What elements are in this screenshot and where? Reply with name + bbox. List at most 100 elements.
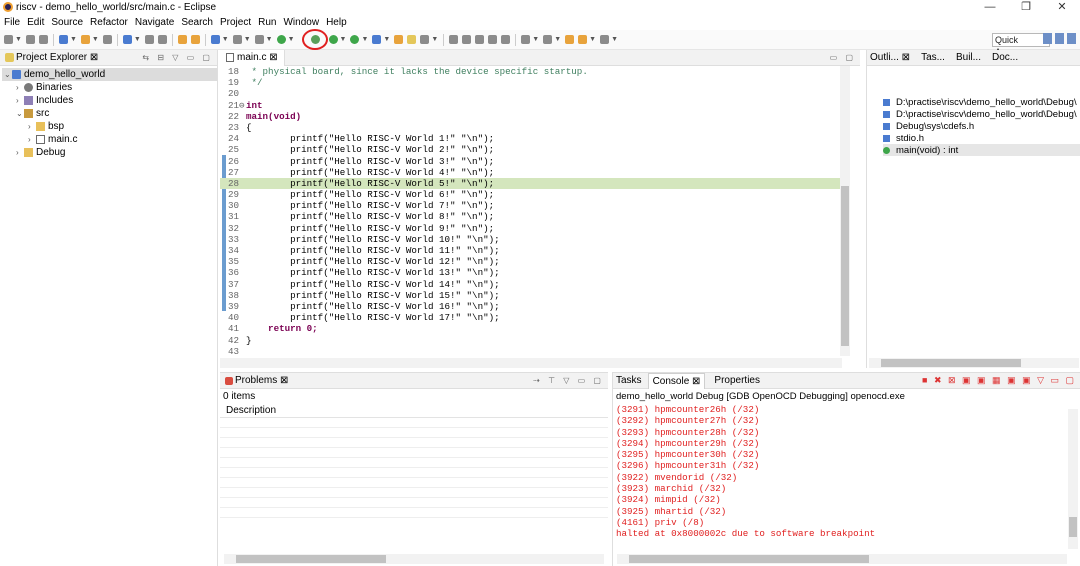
code-line[interactable]: 20 xyxy=(220,88,842,99)
outline-item[interactable]: stdio.h xyxy=(883,132,1080,144)
tree-item-debug[interactable]: › Debug xyxy=(2,146,217,159)
tab-properties[interactable]: Properties xyxy=(711,375,760,386)
debug-perspective-icon[interactable] xyxy=(1067,33,1076,44)
menu-search[interactable]: Search xyxy=(181,17,213,28)
tree-chevron-icon[interactable]: › xyxy=(16,83,24,92)
tab-tasks[interactable]: Tas... xyxy=(918,52,945,63)
open-type-icon[interactable] xyxy=(394,35,404,44)
build-config-icon[interactable] xyxy=(80,35,90,44)
scrollbar-thumb[interactable] xyxy=(841,186,849,346)
scrollbar-thumb[interactable] xyxy=(236,555,386,563)
code-line[interactable]: 35 printf("Hello RISC-V World 12!" "\n")… xyxy=(220,256,842,267)
external-tools-icon[interactable] xyxy=(372,35,382,44)
forward-dropdown-icon[interactable]: ▼ xyxy=(611,36,618,43)
scrollbar-thumb[interactable] xyxy=(1069,517,1077,537)
code-line[interactable]: 24 printf("Hello RISC-V World 1!" "\n"); xyxy=(220,133,842,144)
console-output[interactable]: (3291) hpmcounter26h (/32) (3292) hpmcoun… xyxy=(613,404,1080,540)
code-line[interactable]: 36 printf("Hello RISC-V World 13!" "\n")… xyxy=(220,267,842,278)
coverage-dropdown-icon[interactable]: ▼ xyxy=(288,36,295,43)
search-dropdown-icon[interactable]: ▼ xyxy=(431,36,438,43)
new-folder-icon[interactable] xyxy=(190,35,200,44)
terminal-icon[interactable] xyxy=(144,35,154,44)
code-line[interactable]: 29 printf("Hello RISC-V World 6!" "\n"); xyxy=(220,189,842,200)
prev-annotation-dropdown-icon[interactable]: ▼ xyxy=(554,36,561,43)
tree-chevron-icon[interactable]: ⌄ xyxy=(4,70,12,79)
next-annotation-dropdown-icon[interactable]: ▼ xyxy=(532,36,539,43)
menu-refactor[interactable]: Refactor xyxy=(90,17,128,28)
code-line[interactable]: 33 printf("Hello RISC-V World 10!" "\n")… xyxy=(220,234,842,245)
tab-build-targets[interactable]: Buil... xyxy=(953,52,981,63)
tree-item-includes[interactable]: › Includes xyxy=(2,94,217,107)
code-line[interactable]: 18 * physical board, since it lacks the … xyxy=(220,66,842,77)
external-tools-dropdown-icon[interactable]: ▼ xyxy=(383,36,390,43)
debug-button-highlight[interactable] xyxy=(302,29,328,50)
code-line[interactable]: 30 printf("Hello RISC-V World 7!" "\n"); xyxy=(220,200,842,211)
open-perspective-icon[interactable] xyxy=(1043,33,1052,44)
new-source-dropdown-icon[interactable]: ▼ xyxy=(244,36,251,43)
editor-view-controls[interactable]: ▭ ▢ xyxy=(830,50,856,66)
tab-documentation[interactable]: Doc... xyxy=(989,52,1018,63)
new-class-dropdown-icon[interactable]: ▼ xyxy=(222,36,229,43)
menu-project[interactable]: Project xyxy=(220,17,251,28)
tree-item-binaries[interactable]: › Binaries xyxy=(2,81,217,94)
tab-outline[interactable]: Outli... ⊠ xyxy=(867,52,910,63)
tree-chevron-icon[interactable]: › xyxy=(28,122,36,131)
search-icon[interactable] xyxy=(420,35,430,44)
tab-main-c[interactable]: main.c ⊠ xyxy=(220,49,285,66)
minimize-button[interactable]: — xyxy=(972,0,1008,14)
run-configs-icon[interactable] xyxy=(350,35,360,44)
editor-horizontal-scrollbar[interactable] xyxy=(220,358,842,368)
launch-target-icon[interactable] xyxy=(122,35,132,44)
new-icon[interactable] xyxy=(4,35,13,44)
code-line[interactable]: 32 printf("Hello RISC-V World 9!" "\n"); xyxy=(220,223,842,234)
code-line[interactable]: 34 printf("Hello RISC-V World 11!" "\n")… xyxy=(220,245,842,256)
tree-item-project[interactable]: ⌄ demo_hello_world xyxy=(2,68,217,81)
menu-source[interactable]: Source xyxy=(51,17,83,28)
last-edit-icon[interactable] xyxy=(565,35,575,44)
menu-navigate[interactable]: Navigate xyxy=(135,17,174,28)
code-line[interactable]: 43 xyxy=(220,346,842,356)
tree-chevron-icon[interactable]: › xyxy=(28,135,36,144)
new-dropdown-icon[interactable]: ▼ xyxy=(15,36,22,43)
build-config-dropdown-icon[interactable]: ▼ xyxy=(92,36,99,43)
forward-icon[interactable] xyxy=(600,35,610,44)
code-line[interactable]: 27 printf("Hello RISC-V World 4!" "\n"); xyxy=(220,167,842,178)
maximize-button[interactable]: ❐ xyxy=(1008,0,1044,14)
code-line[interactable]: 23 { xyxy=(220,122,842,133)
tree-item-bsp[interactable]: › bsp xyxy=(2,120,217,133)
c-cpp-perspective-icon[interactable] xyxy=(1055,33,1064,44)
new-class-icon[interactable] xyxy=(210,35,220,44)
save-icon[interactable] xyxy=(25,35,35,44)
outline-item[interactable]: main(void) : int xyxy=(883,144,1080,156)
menu-edit[interactable]: Edit xyxy=(27,17,44,28)
scrollbar-thumb[interactable] xyxy=(629,555,869,563)
tree-item-src[interactable]: ⌄ src xyxy=(2,107,217,120)
run-dropdown-icon[interactable]: ▼ xyxy=(340,36,347,43)
skip-breakpoints-icon[interactable] xyxy=(157,35,167,44)
annotation-icon[interactable] xyxy=(449,35,459,44)
outline-item[interactable]: D:\practise\riscv\demo_hello_world\Debug… xyxy=(883,108,1080,120)
back-icon[interactable] xyxy=(578,35,588,44)
tab-console[interactable]: Console ⊠ xyxy=(647,372,706,389)
prev-annotation-icon[interactable] xyxy=(543,35,553,44)
project-explorer-title[interactable]: Project Explorer ⊠ xyxy=(16,52,98,63)
code-line[interactable]: 37 printf("Hello RISC-V World 14!" "\n")… xyxy=(220,279,842,290)
run-icon[interactable] xyxy=(328,35,338,44)
outline-item[interactable]: Debug\sys\cdefs.h xyxy=(883,120,1080,132)
debug-bug-icon[interactable] xyxy=(311,35,320,44)
scrollbar-thumb[interactable] xyxy=(881,359,1021,367)
build-icon[interactable] xyxy=(58,35,68,44)
menu-window[interactable]: Window xyxy=(283,17,319,28)
launch-target-dropdown-icon[interactable]: ▼ xyxy=(134,36,141,43)
build-dropdown-icon[interactable]: ▼ xyxy=(70,36,77,43)
outline-horizontal-scrollbar[interactable] xyxy=(869,358,1079,368)
tree-item-main-c[interactable]: › main.c xyxy=(2,133,217,146)
console-vertical-scrollbar[interactable] xyxy=(1068,409,1078,549)
editor-vertical-scrollbar[interactable] xyxy=(840,66,850,356)
problems-view-controls[interactable]: ⇢ ⊤ ▽ ▭ ▢ xyxy=(533,373,604,389)
console-horizontal-scrollbar[interactable] xyxy=(617,554,1067,564)
run-configs-dropdown-icon[interactable]: ▼ xyxy=(361,36,368,43)
back-dropdown-icon[interactable]: ▼ xyxy=(589,36,596,43)
menu-file[interactable]: File xyxy=(4,17,20,28)
code-line[interactable]: 25 printf("Hello RISC-V World 2!" "\n"); xyxy=(220,144,842,155)
